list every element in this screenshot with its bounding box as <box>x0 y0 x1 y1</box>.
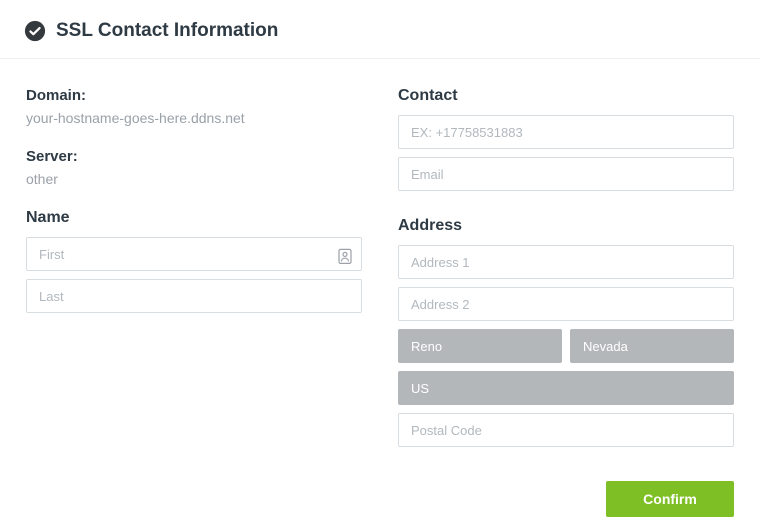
address2-input[interactable] <box>398 287 734 321</box>
domain-label: Domain: <box>26 87 362 104</box>
page-header: SSL Contact Information <box>0 0 760 59</box>
city-field[interactable]: Reno <box>398 329 562 363</box>
domain-value: your-hostname-goes-here.ddns.net <box>26 110 362 126</box>
country-value: US <box>411 381 429 396</box>
state-field[interactable]: Nevada <box>570 329 734 363</box>
server-label: Server: <box>26 148 362 165</box>
postal-code-input[interactable] <box>398 413 734 447</box>
state-value: Nevada <box>583 339 628 354</box>
name-heading: Name <box>26 209 362 227</box>
city-value: Reno <box>411 339 442 354</box>
right-column: Contact Address Reno Nevada US <box>398 87 734 455</box>
phone-input[interactable] <box>398 115 734 149</box>
address1-input[interactable] <box>398 245 734 279</box>
contact-heading: Contact <box>398 87 734 105</box>
left-column: Domain: your-hostname-goes-here.ddns.net… <box>26 87 362 455</box>
last-name-input[interactable] <box>26 279 362 313</box>
page-title: SSL Contact Information <box>56 20 278 42</box>
email-input[interactable] <box>398 157 734 191</box>
content-area: Domain: your-hostname-goes-here.ddns.net… <box>0 59 760 455</box>
server-value: other <box>26 171 362 187</box>
country-field[interactable]: US <box>398 371 734 405</box>
address-heading: Address <box>398 217 734 235</box>
confirm-button[interactable]: Confirm <box>606 481 734 517</box>
first-name-input[interactable] <box>26 237 362 271</box>
check-circle-icon <box>24 20 46 42</box>
contact-card-icon <box>338 248 352 264</box>
footer: Confirm <box>0 455 760 517</box>
